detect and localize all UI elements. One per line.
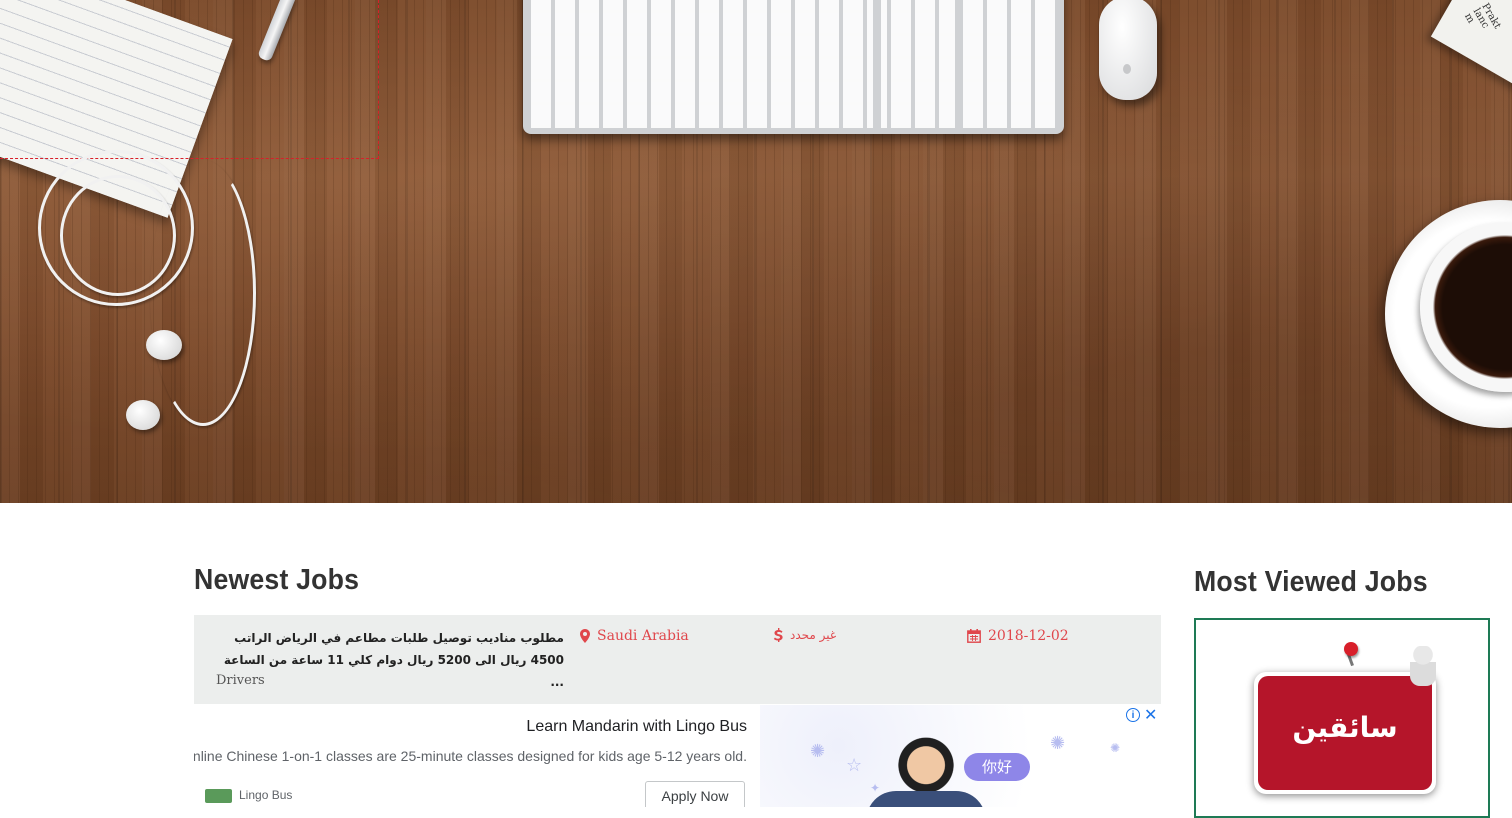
job-salary-text: غير محدد: [790, 628, 837, 642]
ad-person-image: [866, 791, 986, 807]
ad-brand-name[interactable]: Lingo Bus: [239, 788, 292, 802]
drivers-sign-image[interactable]: سائقين: [1254, 672, 1436, 794]
mouse-image: [1099, 0, 1157, 100]
earbud-image: [126, 400, 160, 430]
calendar-icon: [967, 629, 981, 643]
job-date: 2018-12-02: [967, 628, 1069, 644]
dollar-icon: [773, 628, 783, 642]
drivers-sign-text: سائقين: [1258, 676, 1432, 790]
job-location: Saudi Arabia: [580, 628, 689, 644]
earbud-image: [146, 330, 182, 360]
advertisement[interactable]: Learn Mandarin with Lingo Bus Online Chi…: [194, 705, 1161, 807]
star-icon: ☆: [846, 755, 863, 776]
job-title-link[interactable]: مطلوب مناديب توصيل طلبات مطاعم في الرياض…: [216, 627, 564, 693]
job-category[interactable]: Drivers: [216, 673, 265, 688]
job-salary: غير محدد: [773, 628, 836, 642]
keyboard-gap: [955, 0, 963, 134]
ad-info-icon[interactable]: i: [1126, 708, 1140, 722]
keyboard-image: [523, 0, 1064, 134]
ad-description[interactable]: Online Chinese 1-on-1 classes are 25-min…: [194, 748, 747, 764]
most-viewed-heading: Most Viewed Jobs: [1194, 566, 1428, 598]
ad-title[interactable]: Learn Mandarin with Lingo Bus: [526, 718, 747, 736]
newest-jobs-heading: Newest Jobs: [194, 564, 360, 596]
sparkle-icon: ✺: [1050, 733, 1066, 754]
earphone-cable: [150, 160, 256, 426]
sparkle-icon: ✺: [1110, 741, 1121, 755]
keyboard-keys: [529, 0, 1058, 128]
pushpin-icon: [1344, 642, 1358, 656]
most-viewed-card[interactable]: سائقين: [1194, 618, 1490, 818]
dashed-frame: [0, 0, 379, 159]
sparkle-icon: ✺: [810, 741, 826, 762]
apply-now-button[interactable]: Apply Now: [645, 781, 745, 807]
sparkle-icon: ✦: [870, 781, 881, 795]
magnifier-person-icon: [1410, 646, 1436, 686]
keyboard-gap: [873, 0, 881, 134]
job-location-text: Saudi Arabia: [597, 628, 689, 644]
hero-banner: Prakt lanc m: [0, 0, 1512, 503]
job-date-text: 2018-12-02: [988, 628, 1069, 644]
job-card[interactable]: مطلوب مناديب توصيل طلبات مطاعم في الرياض…: [194, 615, 1161, 704]
map-marker-icon: [580, 629, 590, 643]
ad-close-icon[interactable]: ✕: [1144, 705, 1157, 724]
ad-speech-bubble: 你好: [964, 753, 1030, 781]
ad-brand-logo-icon: [205, 789, 232, 803]
